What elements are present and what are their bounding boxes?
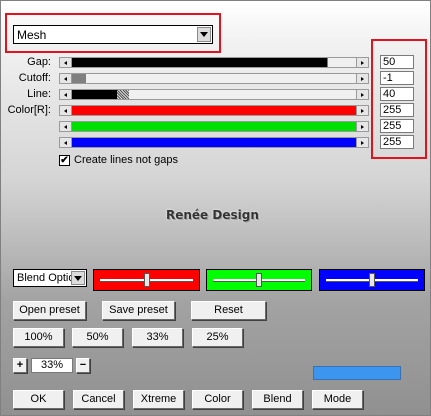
slider-thumb[interactable] — [369, 273, 375, 287]
slider-fill — [72, 106, 356, 115]
create-lines-checkbox[interactable]: ✔ — [59, 155, 70, 166]
arrow-right-icon[interactable] — [356, 58, 368, 67]
arrow-right-icon[interactable] — [356, 138, 368, 147]
color-button[interactable]: Color — [192, 390, 243, 409]
arrow-left-icon[interactable] — [60, 138, 72, 147]
preview-color-swatch — [313, 366, 401, 380]
save-preset-button[interactable]: Save preset — [102, 301, 175, 320]
zoom-33-button[interactable]: 33% — [132, 328, 183, 347]
create-lines-label: Create lines not gaps — [74, 154, 178, 166]
blend-options-value: Blend Options — [17, 272, 71, 284]
gap-label: Gap: — [27, 56, 51, 68]
green-color-slider[interactable] — [206, 269, 312, 291]
slider-fill — [72, 138, 356, 147]
arrow-right-icon[interactable] — [356, 74, 368, 83]
cutoff-value-field[interactable]: -1 — [380, 71, 414, 85]
color-r-value-field[interactable]: 255 — [380, 103, 414, 117]
color-g-value-field[interactable]: 255 — [380, 119, 414, 133]
chevron-down-icon[interactable] — [71, 271, 85, 285]
filter-dialog: Mesh Gap: 50 Cutoff: -1 Line: 40 Color[R]: 255 2… — [0, 0, 431, 416]
line-label: Line: — [27, 88, 51, 100]
reset-button[interactable]: Reset — [191, 301, 266, 320]
arrow-left-icon[interactable] — [60, 122, 72, 131]
mode-combobox-value: Mesh — [17, 27, 47, 42]
gap-value-field[interactable]: 50 — [380, 55, 414, 69]
zoom-25-button[interactable]: 25% — [192, 328, 243, 347]
arrow-right-icon[interactable] — [356, 122, 368, 131]
arrow-left-icon[interactable] — [60, 90, 72, 99]
color-r-label: Color[R]: — [7, 104, 51, 116]
color-b-value-field[interactable]: 255 — [380, 135, 414, 149]
arrow-left-icon[interactable] — [60, 74, 72, 83]
slider-fill — [72, 90, 356, 99]
zoom-out-button[interactable]: − — [76, 358, 90, 373]
arrow-left-icon[interactable] — [60, 106, 72, 115]
color-g-slider[interactable] — [59, 121, 369, 132]
renee-design-logo: Renée Design — [166, 208, 259, 222]
zoom-100-button[interactable]: 100% — [13, 328, 64, 347]
slider-fill — [72, 58, 356, 67]
slider-thumb[interactable] — [143, 273, 150, 287]
blue-color-slider[interactable] — [319, 269, 425, 291]
blend-options-combobox[interactable]: Blend Options — [13, 269, 87, 287]
slider-thumb[interactable] — [256, 273, 262, 287]
mode-button[interactable]: Mode — [312, 390, 363, 409]
slider-fill — [72, 74, 356, 83]
ok-button[interactable]: OK — [13, 390, 64, 409]
cancel-button[interactable]: Cancel — [73, 390, 124, 409]
color-r-slider[interactable] — [59, 105, 369, 116]
gap-slider[interactable] — [59, 57, 369, 68]
color-b-slider[interactable] — [59, 137, 369, 148]
open-preset-button[interactable]: Open preset — [13, 301, 86, 320]
line-slider[interactable] — [59, 89, 369, 100]
arrow-left-icon[interactable] — [60, 58, 72, 67]
arrow-right-icon[interactable] — [356, 106, 368, 115]
red-color-slider[interactable] — [93, 269, 200, 291]
blend-button[interactable]: Blend — [252, 390, 303, 409]
cutoff-slider[interactable] — [59, 73, 369, 84]
slider-fill — [72, 122, 356, 131]
zoom-50-button[interactable]: 50% — [72, 328, 123, 347]
zoom-in-button[interactable]: + — [13, 358, 27, 373]
line-value-field[interactable]: 40 — [380, 87, 414, 101]
cutoff-label: Cutoff: — [18, 72, 51, 84]
mode-combobox[interactable]: Mesh — [13, 25, 213, 44]
chevron-down-icon[interactable] — [197, 27, 211, 42]
zoom-value-field[interactable]: 33% — [31, 358, 73, 373]
arrow-right-icon[interactable] — [356, 90, 368, 99]
slider-thumb[interactable] — [116, 90, 129, 99]
xtreme-button[interactable]: Xtreme — [133, 390, 184, 409]
